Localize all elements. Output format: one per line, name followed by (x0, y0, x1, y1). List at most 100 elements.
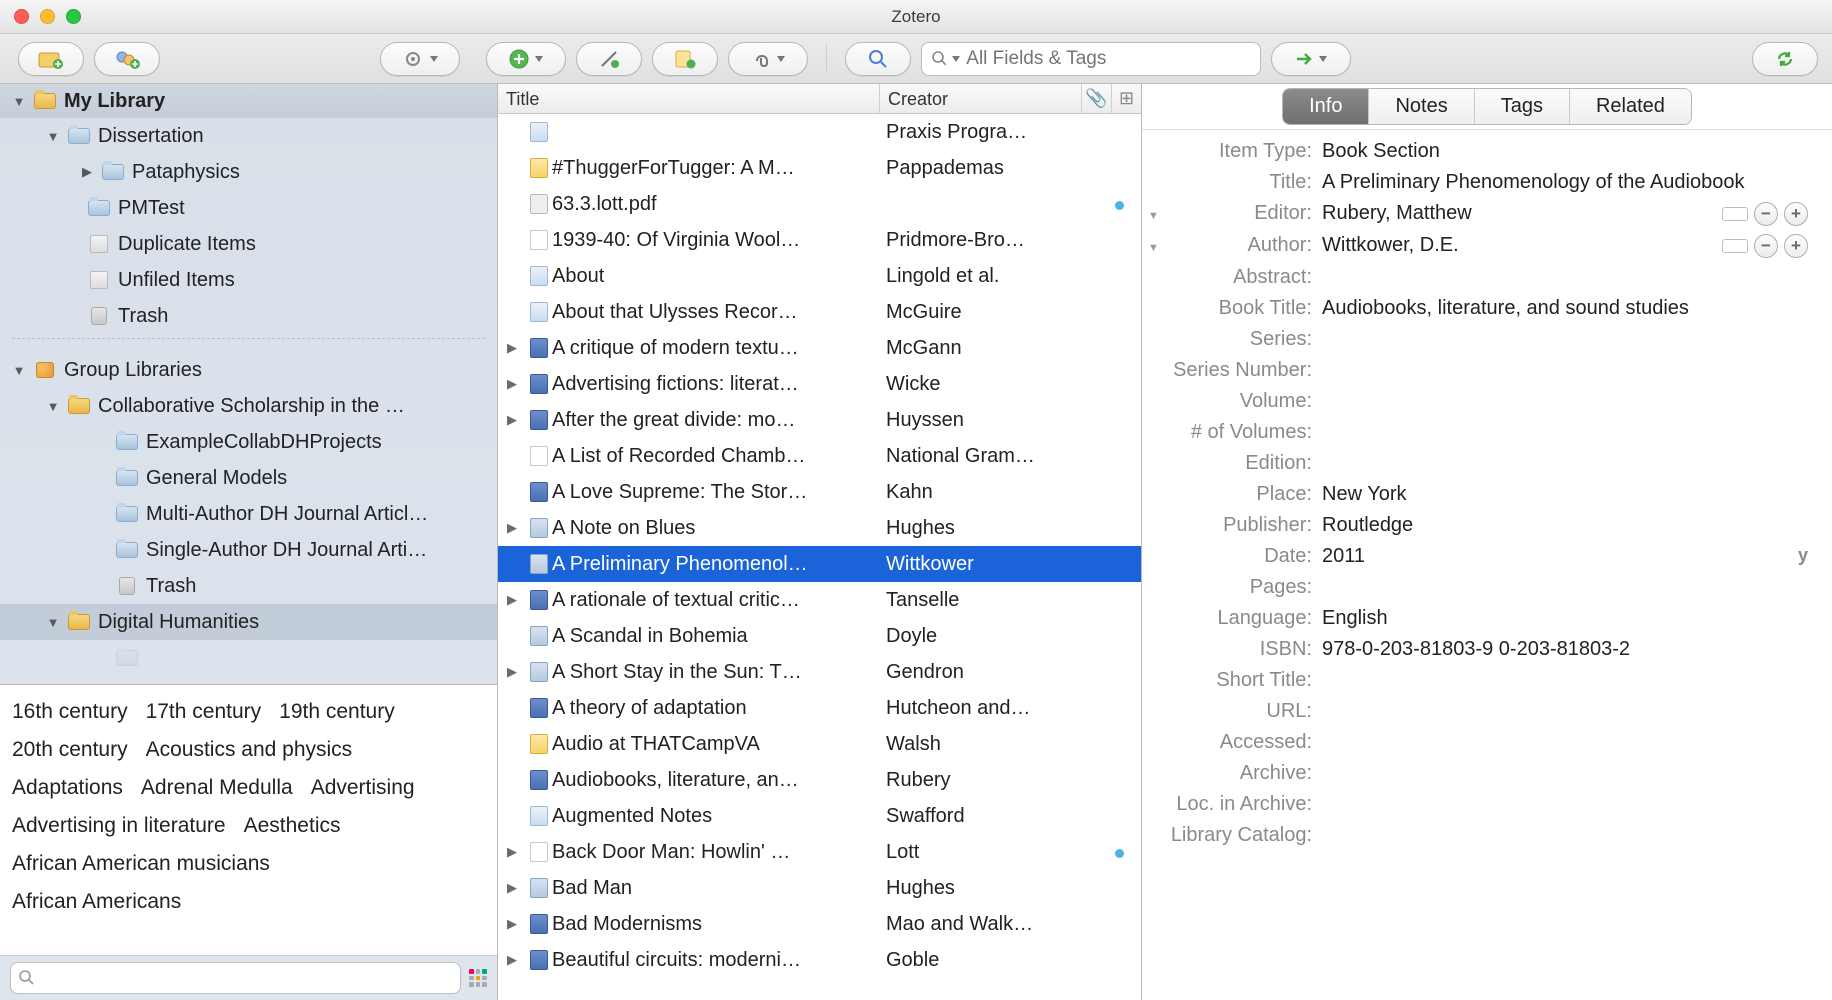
item-row[interactable]: Praxis Progra… (498, 114, 1141, 150)
collection-example[interactable]: ExampleCollabDHProjects (0, 424, 497, 460)
item-row[interactable]: 1939-40: Of Virginia Wool…Pridmore-Bro… (498, 222, 1141, 258)
tag[interactable]: 17th century (146, 700, 262, 723)
disclosure-triangle[interactable]: ▶ (498, 376, 526, 392)
tag[interactable]: 16th century (12, 700, 128, 723)
column-attachment-icon[interactable]: 📎 (1081, 84, 1111, 113)
group-dh[interactable]: ▼Digital Humanities (0, 604, 497, 640)
collection-pmtest[interactable]: PMTest (0, 190, 497, 226)
disclosure-triangle[interactable]: ▶ (498, 340, 526, 356)
remove-creator-button[interactable]: − (1754, 202, 1778, 226)
item-row[interactable]: A List of Recorded Chamb…National Gram… (498, 438, 1141, 474)
tag[interactable]: Aesthetics (244, 814, 341, 837)
item-row[interactable]: A Scandal in BohemiaDoyle (498, 618, 1141, 654)
item-row[interactable]: 63.3.lott.pdf (498, 186, 1141, 222)
item-row[interactable]: #ThuggerForTugger: A M…Pappademas (498, 150, 1141, 186)
new-item-button[interactable] (486, 42, 566, 76)
tab-tags[interactable]: Tags (1475, 89, 1570, 124)
tag[interactable]: Advertising (311, 776, 415, 799)
item-row[interactable]: Audio at THATCampVAWalsh (498, 726, 1141, 762)
locate-button[interactable] (1271, 42, 1351, 76)
add-by-identifier-button[interactable] (576, 42, 642, 76)
tag[interactable]: African American musicians (12, 852, 270, 875)
column-creator[interactable]: Creator (880, 84, 1081, 113)
creator-mode-toggle[interactable] (1722, 239, 1748, 253)
new-collection-button[interactable] (18, 42, 84, 76)
disclosure-triangle[interactable]: ▶ (498, 916, 526, 932)
disclosure-triangle[interactable]: ▶ (498, 520, 526, 536)
value-date[interactable]: 2011 (1322, 545, 1365, 568)
value-title[interactable]: A Preliminary Phenomenology of the Audio… (1322, 171, 1808, 194)
value-author[interactable]: Wittkower, D.E. (1322, 234, 1722, 257)
item-row[interactable]: About that Ulysses Recor…McGuire (498, 294, 1141, 330)
column-picker-icon[interactable]: ⊞ (1111, 84, 1141, 113)
actions-button[interactable] (380, 42, 460, 76)
tag[interactable]: 19th century (279, 700, 395, 723)
item-row[interactable]: A Preliminary Phenomenol…Wittkower (498, 546, 1141, 582)
value-item-type[interactable]: Book Section (1322, 140, 1808, 163)
item-row[interactable]: ▶After the great divide: mo…Huyssen (498, 402, 1141, 438)
item-row[interactable]: A Love Supreme: The Stor…Kahn (498, 474, 1141, 510)
collection-single[interactable]: Single-Author DH Journal Arti… (0, 532, 497, 568)
value-isbn[interactable]: 978-0-203-81803-9 0-203-81803-2 (1322, 638, 1808, 661)
tag-filter-input[interactable] (10, 962, 461, 994)
disclosure-triangle[interactable]: ▶ (498, 592, 526, 608)
value-place[interactable]: New York (1322, 483, 1808, 506)
sync-button[interactable] (1752, 42, 1818, 76)
item-row[interactable]: A theory of adaptationHutcheon and… (498, 690, 1141, 726)
unfiled-items[interactable]: Unfiled Items (0, 262, 497, 298)
my-library[interactable]: ▼My Library (0, 84, 497, 118)
collection-multi[interactable]: Multi-Author DH Journal Articl… (0, 496, 497, 532)
collection-general[interactable]: General Models (0, 460, 497, 496)
tag[interactable]: Adrenal Medulla (141, 776, 293, 799)
item-row[interactable]: ▶Bad ManHughes (498, 870, 1141, 906)
disclosure-triangle[interactable]: ▶ (498, 880, 526, 896)
add-attachment-button[interactable] (728, 42, 808, 76)
creator-mode-toggle[interactable] (1722, 207, 1748, 221)
value-publisher[interactable]: Routledge (1322, 514, 1808, 537)
item-row[interactable]: ▶A Short Stay in the Sun: T…Gendron (498, 654, 1141, 690)
value-book-title[interactable]: Audiobooks, literature, and sound studie… (1322, 297, 1808, 320)
item-row[interactable]: ▶Advertising fictions: literat…Wicke (498, 366, 1141, 402)
disclosure-triangle[interactable]: ▶ (498, 664, 526, 680)
new-group-button[interactable] (94, 42, 160, 76)
tag[interactable]: Advertising in literature (12, 814, 226, 837)
column-title[interactable]: Title (498, 84, 880, 113)
tag[interactable]: 20th century (12, 738, 128, 761)
disclosure-triangle[interactable]: ▶ (498, 412, 526, 428)
duplicate-items[interactable]: Duplicate Items (0, 226, 497, 262)
tab-related[interactable]: Related (1570, 89, 1691, 124)
item-row[interactable]: Augmented NotesSwafford (498, 798, 1141, 834)
search-input[interactable] (966, 48, 1250, 70)
collection-hidden[interactable] (0, 640, 497, 676)
tab-notes[interactable]: Notes (1369, 89, 1474, 124)
item-row[interactable]: ▶A critique of modern textu…McGann (498, 330, 1141, 366)
trash[interactable]: Trash (0, 298, 497, 334)
add-creator-button[interactable]: + (1784, 202, 1808, 226)
item-row[interactable]: ▶Beautiful circuits: moderni…Goble (498, 942, 1141, 978)
group-libraries[interactable]: ▼Group Libraries (0, 352, 497, 388)
group-trash[interactable]: Trash (0, 568, 497, 604)
tag-color-grid-icon[interactable] (469, 969, 487, 987)
value-editor[interactable]: Rubery, Matthew (1322, 202, 1722, 225)
item-row[interactable]: ▶Bad ModernismsMao and Walk… (498, 906, 1141, 942)
tag[interactable]: African Americans (12, 890, 181, 913)
tag[interactable]: Acoustics and physics (146, 738, 353, 761)
tab-info[interactable]: Info (1283, 89, 1369, 124)
collection-pataphysics[interactable]: ▶Pataphysics (0, 154, 497, 190)
disclosure-triangle[interactable]: ▶ (498, 952, 526, 968)
value-language[interactable]: English (1322, 607, 1808, 630)
tag[interactable]: Adaptations (12, 776, 123, 799)
new-note-button[interactable] (652, 42, 718, 76)
item-row[interactable]: ▶A Note on BluesHughes (498, 510, 1141, 546)
disclosure-triangle[interactable]: ▶ (498, 844, 526, 860)
collection-dissertation[interactable]: ▼Dissertation (0, 118, 497, 154)
item-row[interactable]: ▶Back Door Man: Howlin' …Lott (498, 834, 1141, 870)
item-row[interactable]: ▶A rationale of textual critic…Tanselle (498, 582, 1141, 618)
item-row[interactable]: Audiobooks, literature, an…Rubery (498, 762, 1141, 798)
remove-creator-button[interactable]: − (1754, 234, 1778, 258)
advanced-search-button[interactable] (845, 42, 911, 76)
group-collab[interactable]: ▼Collaborative Scholarship in the … (0, 388, 497, 424)
search-field[interactable] (921, 42, 1261, 76)
add-creator-button[interactable]: + (1784, 234, 1808, 258)
item-row[interactable]: AboutLingold et al. (498, 258, 1141, 294)
